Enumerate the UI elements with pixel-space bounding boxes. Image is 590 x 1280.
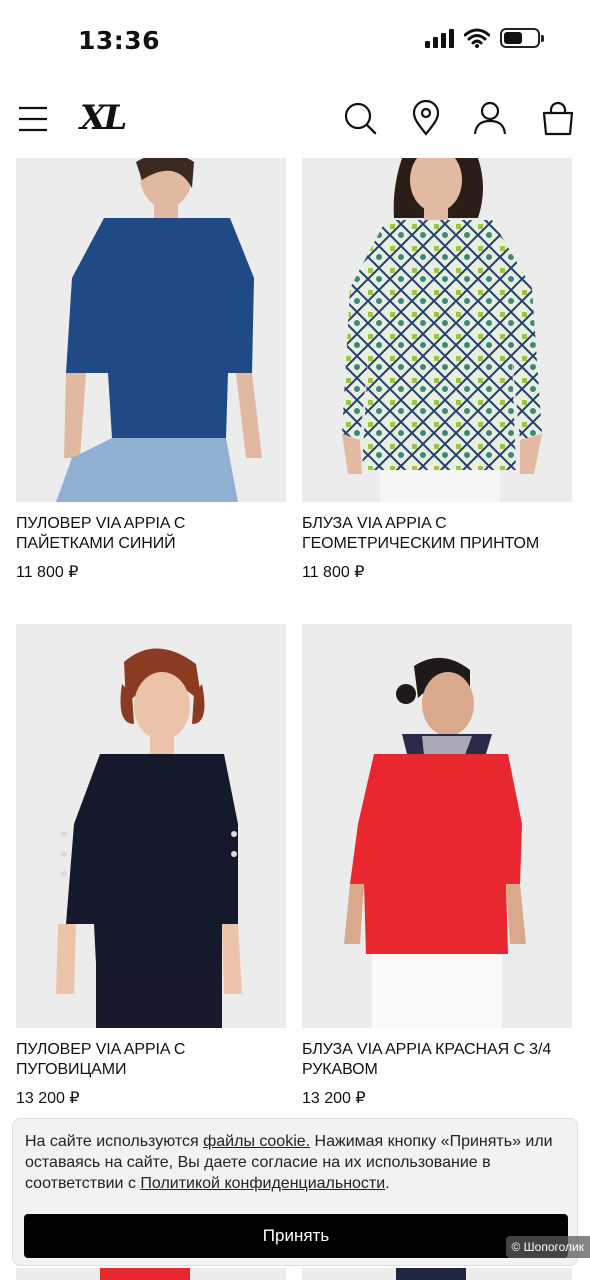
product-price: 11 800 ₽ <box>302 564 365 581</box>
product-image[interactable] <box>302 158 572 502</box>
product-image[interactable] <box>16 624 286 1028</box>
location-pin-icon[interactable] <box>408 100 444 136</box>
product-image[interactable] <box>16 158 286 502</box>
cookie-text: На сайте используются файлы cookie. Нажи… <box>25 1133 553 1192</box>
next-row-peek <box>302 1268 572 1280</box>
product-card[interactable]: ПУЛОВЕР VIA APPIA С ПУГОВИЦАМИ 13 200 ₽ <box>16 624 286 1108</box>
product-card[interactable]: ПУЛОВЕР VIA APPIA С ПАЙЕТКАМИ СИНИЙ 11 8… <box>16 158 286 582</box>
product-price: 13 200 ₽ <box>302 1090 366 1107</box>
product-title[interactable]: ПУЛОВЕР VIA APPIA С ПУГОВИЦАМИ <box>16 1040 286 1080</box>
cookie-banner: На сайте используются файлы cookie. Нажи… <box>12 1118 578 1266</box>
product-card[interactable]: БЛУЗА VIA APPIA С ГЕОМЕТРИЧЕСКИМ ПРИНТОМ… <box>302 158 572 582</box>
wifi-icon <box>464 28 490 48</box>
product-image[interactable] <box>302 624 572 1028</box>
cookie-files-link[interactable]: файлы cookie. <box>203 1133 310 1150</box>
logo[interactable]: XL <box>80 98 127 138</box>
accept-cookies-button[interactable]: Принять <box>24 1214 568 1258</box>
product-card[interactable]: БЛУЗА VIA APPIA КРАСНАЯ С 3/4 РУКАВОМ 13… <box>302 624 572 1108</box>
next-row-peek <box>16 1268 286 1280</box>
battery-icon <box>500 28 544 48</box>
user-icon[interactable] <box>472 100 508 136</box>
site-header: XL <box>0 80 590 158</box>
status-time: 13:36 <box>78 26 161 55</box>
status-bar: 13:36 <box>0 0 590 80</box>
menu-icon[interactable] <box>16 100 52 136</box>
product-title[interactable]: ПУЛОВЕР VIA APPIA С ПАЙЕТКАМИ СИНИЙ <box>16 514 286 554</box>
product-title[interactable]: БЛУЗА VIA APPIA С ГЕОМЕТРИЧЕСКИМ ПРИНТОМ <box>302 514 572 554</box>
watermark: © Шопоголик <box>505 1236 590 1258</box>
search-icon[interactable] <box>342 100 378 136</box>
product-price: 11 800 ₽ <box>16 564 79 581</box>
product-title[interactable]: БЛУЗА VIA APPIA КРАСНАЯ С 3/4 РУКАВОМ <box>302 1040 572 1080</box>
signal-icon <box>425 28 454 48</box>
privacy-policy-link[interactable]: Политикой конфиденциальности <box>140 1175 385 1192</box>
product-price: 13 200 ₽ <box>16 1090 80 1107</box>
status-icons <box>425 28 544 48</box>
shopping-bag-icon[interactable] <box>540 100 576 136</box>
